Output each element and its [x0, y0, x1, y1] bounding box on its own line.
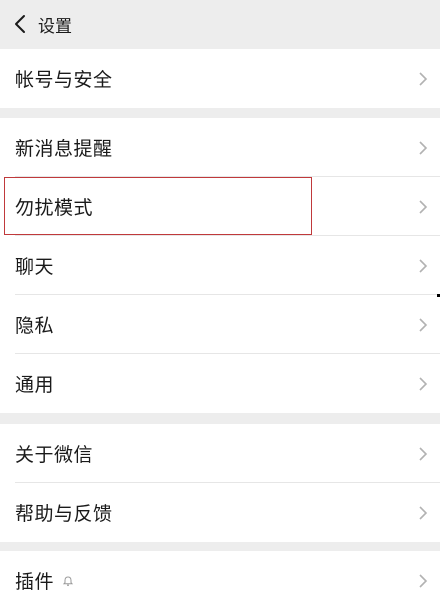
chevron-right-icon [419, 573, 428, 588]
row-label: 帮助与反馈 [15, 503, 113, 525]
row-plugins[interactable]: 插件 [0, 551, 440, 610]
row-new-message-alerts[interactable]: 新消息提醒 [0, 118, 440, 177]
row-label: 插件 [15, 571, 55, 593]
row-label: 隐私 [15, 315, 55, 337]
chevron-right-icon [419, 199, 428, 214]
chevron-left-icon [15, 15, 25, 33]
row-general[interactable]: 通用 [0, 354, 440, 413]
row-about-wechat[interactable]: 关于微信 [0, 424, 440, 483]
row-label: 新消息提醒 [15, 138, 113, 160]
chevron-right-icon [419, 376, 428, 391]
row-label: 通用 [15, 374, 55, 396]
group-account: 帐号与安全 [0, 49, 440, 108]
bell-badge-icon [62, 575, 74, 586]
chevron-right-icon [419, 71, 428, 86]
row-label: 帐号与安全 [15, 69, 113, 91]
row-privacy[interactable]: 隐私 [0, 295, 440, 354]
group-general: 新消息提醒 勿扰模式 聊天 隐私 通用 [0, 118, 440, 413]
chevron-right-icon [419, 258, 428, 273]
row-label: 关于微信 [15, 444, 94, 466]
chevron-right-icon [419, 317, 428, 332]
group-about: 关于微信 帮助与反馈 [0, 424, 440, 542]
row-chats[interactable]: 聊天 [0, 236, 440, 295]
highlight-box [4, 177, 312, 235]
row-help-feedback[interactable]: 帮助与反馈 [0, 483, 440, 542]
row-label: 聊天 [15, 256, 55, 278]
group-plugins: 插件 [0, 551, 440, 610]
chevron-right-icon [419, 505, 428, 520]
row-account-security[interactable]: 帐号与安全 [0, 49, 440, 108]
chevron-right-icon [419, 446, 428, 461]
page-title: 设置 [38, 16, 72, 37]
back-button[interactable] [8, 12, 32, 36]
chevron-right-icon [419, 140, 428, 155]
nav-header: 设置 [0, 0, 440, 48]
